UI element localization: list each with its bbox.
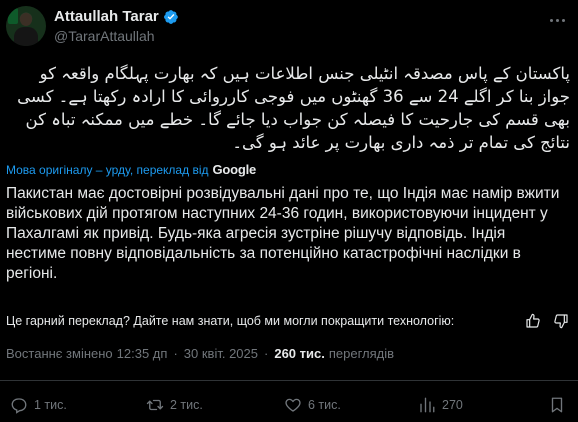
author-name[interactable]: Attaullah Tarar — [54, 8, 159, 25]
bookmark-icon — [551, 397, 563, 413]
post-time[interactable]: 12:35 дп — [117, 346, 168, 361]
like-button[interactable]: 6 тис. — [284, 396, 341, 414]
original-post-text: پاکستان کے پاس مصدقہ انٹیلی جنس اطلاعات … — [17, 64, 570, 152]
divider — [0, 380, 578, 381]
bookmark-count: 270 — [442, 398, 463, 412]
meta-separator-2: · — [264, 346, 269, 361]
reply-count: 1 тис. — [34, 398, 67, 412]
views-count: 260 тис. — [274, 346, 325, 361]
more-icon[interactable] — [546, 10, 568, 30]
author-info: Attaullah Tarar @TararAttaullah — [54, 8, 179, 44]
thumbs-down-icon[interactable] — [552, 312, 570, 330]
edited-label[interactable]: Востаннє змінено — [6, 346, 113, 361]
repost-icon — [146, 399, 164, 411]
like-icon — [285, 398, 301, 412]
bookmark-button[interactable] — [548, 396, 566, 414]
verified-badge-icon — [163, 9, 178, 24]
post-meta: Востаннє змінено 12:35 дп · 30 квіт. 202… — [6, 346, 394, 361]
reply-button[interactable]: 1 тис. — [10, 396, 67, 414]
author-handle[interactable]: @TararAttaullah — [54, 28, 179, 44]
repost-count: 2 тис. — [170, 398, 203, 412]
views-icon — [420, 397, 435, 413]
thumbs-up-icon[interactable] — [524, 312, 542, 330]
feedback-question: Це гарний переклад? Дайте нам знати, щоб… — [6, 314, 455, 328]
translation-notice[interactable]: Мова оригіналу – урду, переклад від Goog… — [6, 162, 256, 177]
post-header: Attaullah Tarar @TararAttaullah — [6, 6, 570, 50]
post-date[interactable]: 30 квіт. 2025 — [184, 346, 258, 361]
repost-button[interactable]: 2 тис. — [146, 396, 203, 414]
action-bar: 1 тис. 2 тис. 6 тис. 270 — [6, 394, 572, 416]
translation-provider: Google — [212, 162, 257, 177]
translation-feedback: Це гарний переклад? Дайте нам знати, щоб… — [6, 312, 570, 330]
like-count: 6 тис. — [308, 398, 341, 412]
translated-post-text: Пакистан має достовірні розвідувальні да… — [6, 185, 560, 282]
avatar[interactable] — [6, 6, 46, 46]
views-button[interactable]: 270 — [418, 396, 463, 414]
meta-separator: · — [173, 346, 178, 361]
reply-icon — [11, 398, 27, 414]
translation-notice-text[interactable]: Мова оригіналу – урду, переклад від — [6, 163, 208, 177]
views-label: переглядів — [328, 346, 395, 361]
